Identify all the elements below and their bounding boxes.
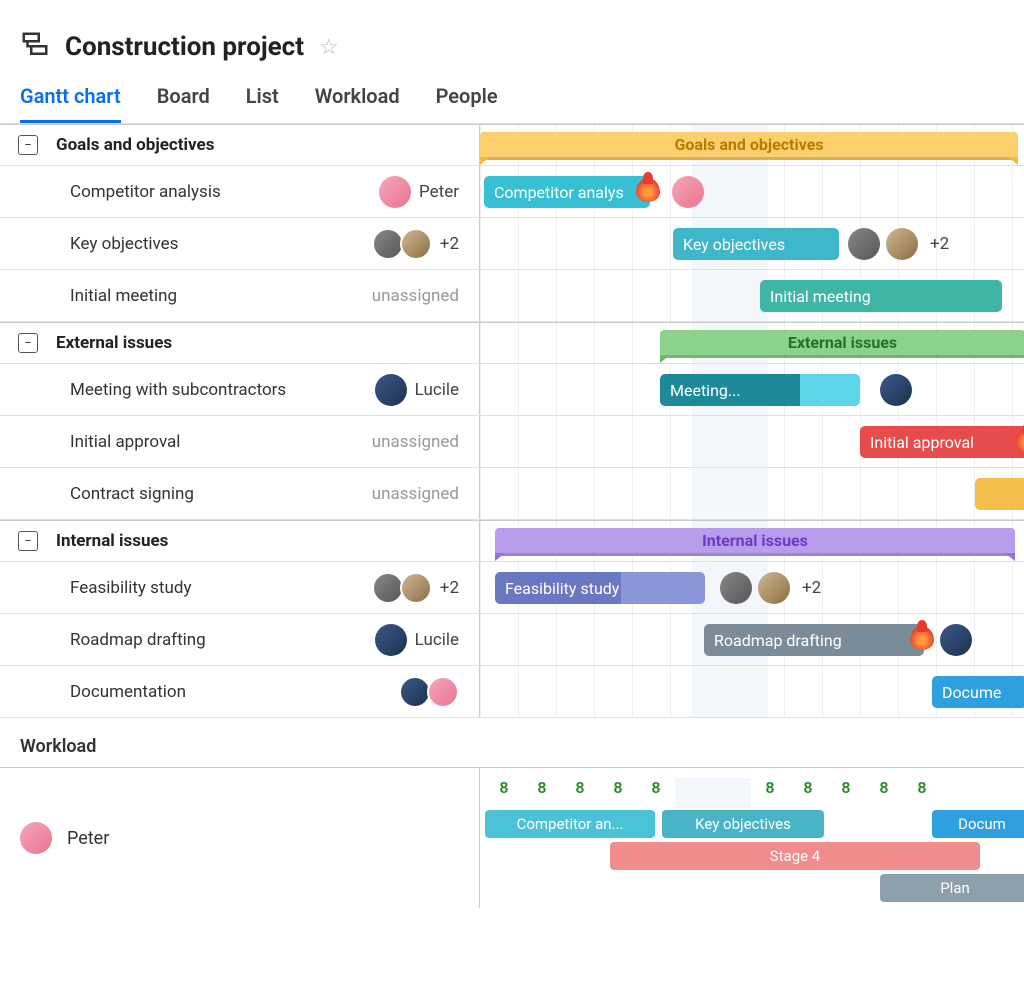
avatar — [400, 228, 432, 260]
collapse-button[interactable]: − — [18, 135, 38, 155]
workload-hour: 8 — [561, 778, 599, 808]
workload-hour: 8 — [903, 778, 941, 808]
avatar — [379, 176, 411, 208]
workload-heading: Workload — [0, 718, 1024, 767]
tab-workload[interactable]: Workload — [315, 84, 400, 123]
task-bar[interactable]: Feasibility study — [495, 572, 705, 604]
task-name[interactable]: Roadmap drafting — [70, 630, 365, 650]
assignee[interactable]: Peter — [379, 176, 459, 208]
unassigned-label[interactable]: unassigned — [372, 484, 459, 504]
tab-gantt[interactable]: Gantt chart — [20, 84, 121, 123]
avatar — [940, 624, 972, 656]
assignee[interactable]: Lucile — [375, 374, 459, 406]
star-icon[interactable]: ☆ — [319, 35, 339, 60]
tab-people[interactable]: People — [436, 84, 498, 123]
task-bar[interactable]: Initial approval — [860, 426, 1024, 458]
task-name[interactable]: Meeting with subcontractors — [70, 380, 365, 400]
workload-hour — [675, 778, 713, 808]
avatar — [375, 374, 407, 406]
avatar — [400, 572, 432, 604]
task-bar[interactable] — [975, 478, 1024, 510]
workload-hour: 8 — [523, 778, 561, 808]
avatar — [427, 676, 459, 708]
workload-hour: 8 — [637, 778, 675, 808]
unassigned-label[interactable]: unassigned — [372, 432, 459, 452]
workload-hour: 8 — [485, 778, 523, 808]
workload-bar[interactable]: Stage 4 — [610, 842, 980, 870]
workload-person[interactable]: Peter — [0, 768, 480, 908]
group-bar[interactable]: External issues — [660, 330, 1024, 358]
task-bar[interactable]: Initial meeting — [760, 280, 1002, 312]
avatar — [375, 624, 407, 656]
assignee-group[interactable]: +2 — [372, 228, 459, 260]
workload-hour: 8 — [865, 778, 903, 808]
group-title: Internal issues — [56, 531, 168, 551]
workload-hour: 8 — [599, 778, 637, 808]
avatar — [20, 822, 52, 854]
avatar — [372, 228, 404, 260]
task-bar[interactable]: Key objectives — [673, 228, 839, 260]
avatar — [886, 228, 918, 260]
project-title: Construction project — [65, 32, 304, 62]
workload-hour: 8 — [827, 778, 865, 808]
group-title: Goals and objectives — [56, 135, 214, 155]
avatar — [672, 176, 704, 208]
avatar — [848, 228, 880, 260]
group-title: External issues — [56, 333, 172, 353]
workload-bar[interactable]: Plan — [880, 874, 1024, 902]
workload-hour: 8 — [789, 778, 827, 808]
avatar — [372, 572, 404, 604]
collapse-button[interactable]: − — [18, 333, 38, 353]
group-bar[interactable]: Internal issues — [495, 528, 1015, 556]
avatar — [758, 572, 790, 604]
project-icon — [20, 30, 50, 64]
task-name[interactable]: Initial approval — [70, 432, 362, 452]
assignee[interactable]: Lucile — [375, 624, 459, 656]
workload-person-name: Peter — [67, 828, 109, 849]
assignee-group[interactable] — [399, 676, 459, 708]
task-bar[interactable]: Meeting... — [660, 374, 860, 406]
workload-hour: 8 — [751, 778, 789, 808]
tab-list[interactable]: List — [246, 84, 279, 123]
tabs: Gantt chart Board List Workload People — [0, 74, 1024, 124]
task-name[interactable]: Key objectives — [70, 234, 362, 254]
task-name[interactable]: Documentation — [70, 682, 389, 702]
task-name[interactable]: Contract signing — [70, 484, 362, 504]
avatar — [880, 374, 912, 406]
task-bar[interactable]: Docume — [932, 676, 1024, 708]
avatar — [720, 572, 752, 604]
tab-board[interactable]: Board — [157, 84, 210, 123]
task-bar[interactable]: Competitor analys — [484, 176, 650, 208]
workload-bar[interactable]: Key objectives — [662, 810, 824, 838]
workload-bar[interactable]: Competitor an... — [485, 810, 655, 838]
task-name[interactable]: Competitor analysis — [70, 182, 369, 202]
fire-icon — [636, 178, 660, 202]
task-name[interactable]: Initial meeting — [70, 286, 362, 306]
fire-icon — [1016, 428, 1024, 452]
collapse-button[interactable]: − — [18, 531, 38, 551]
assignee-group[interactable]: +2 — [372, 572, 459, 604]
task-bar[interactable]: Roadmap drafting — [704, 624, 924, 656]
task-name[interactable]: Feasibility study — [70, 578, 362, 598]
unassigned-label[interactable]: unassigned — [372, 286, 459, 306]
group-bar[interactable]: Goals and objectives — [480, 132, 1018, 160]
fire-icon — [910, 626, 934, 650]
workload-bar[interactable]: Docum — [932, 810, 1024, 838]
workload-hour — [713, 778, 751, 808]
